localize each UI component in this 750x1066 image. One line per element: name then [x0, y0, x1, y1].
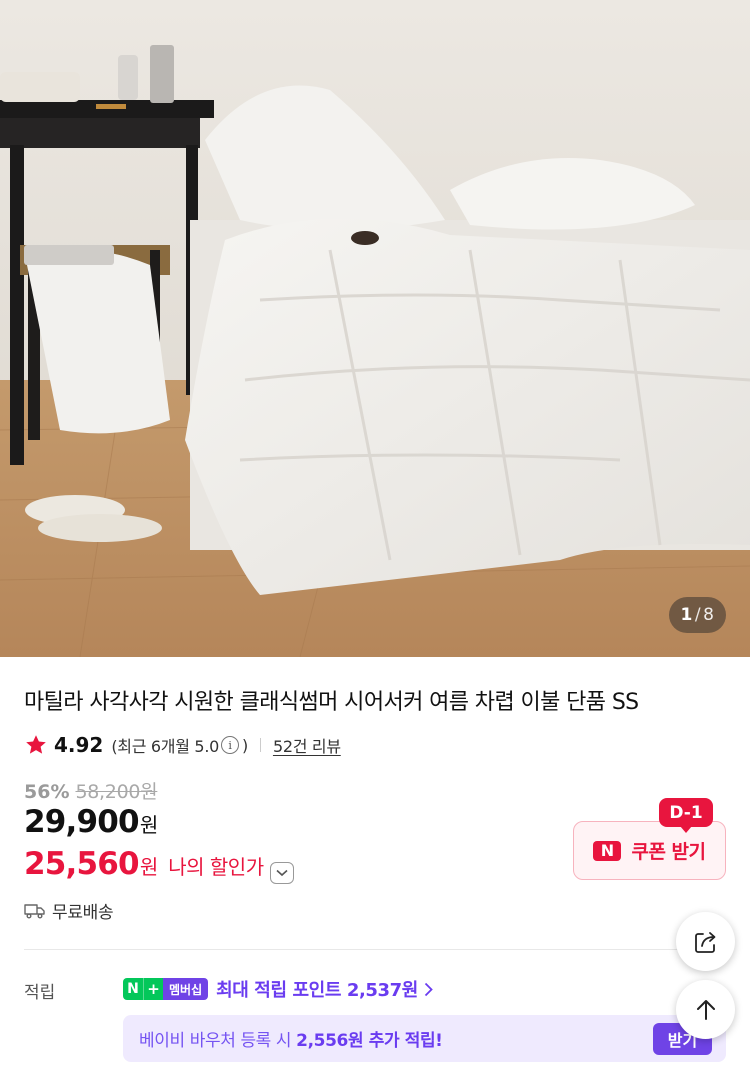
my-price-row[interactable]: 25,560 원 나의 할인가 — [24, 846, 294, 884]
rating-score: 4.92 — [54, 733, 104, 757]
image-counter-current: 1 — [680, 605, 693, 625]
scroll-to-top-button[interactable] — [676, 980, 735, 1039]
d-day-badge: D-1 — [659, 798, 713, 833]
divider — [259, 738, 261, 752]
chevron-right-icon — [424, 982, 433, 996]
points-row[interactable]: N + 멤버십 최대 적립 포인트 2,537원 — [123, 976, 433, 1002]
price-row: 29,900 원 — [24, 804, 158, 840]
share-icon — [694, 931, 715, 953]
badge-membership: 멤버십 — [163, 978, 209, 1000]
my-price-unit: 원 — [139, 855, 159, 879]
voucher-bold-text: 2,556원 추가 적립! — [296, 1031, 443, 1051]
rating-recent-close: ) — [241, 735, 248, 755]
discount-row: 56% 58,200원 — [24, 777, 158, 804]
image-counter: 1 / 8 — [669, 597, 726, 633]
arrow-up-icon — [696, 999, 715, 1020]
original-price: 58,200원 — [75, 781, 158, 803]
sale-price-unit: 원 — [139, 813, 159, 837]
product-image-gallery[interactable]: 1 / 8 — [0, 0, 750, 657]
rating-row: 4.92 (최근 6개월 5.0 i ) 52건 리뷰 — [24, 732, 341, 758]
image-counter-separator: / — [694, 605, 702, 625]
share-button[interactable] — [676, 912, 735, 971]
voucher-banner[interactable]: 베이비 바우처 등록 시 2,556원 추가 적립! 받기 — [123, 1015, 726, 1062]
voucher-text: 베이비 바우처 등록 시 — [139, 1031, 292, 1051]
my-price-label: 나의 할인가 — [168, 855, 264, 879]
rating-recent: (최근 6개월 5.0 i ) — [111, 733, 248, 757]
star-icon — [26, 735, 46, 754]
max-points-text: 최대 적립 포인트 2,537원 — [216, 980, 418, 1001]
sale-price: 29,900 — [24, 804, 140, 840]
chevron-down-icon[interactable] — [269, 862, 294, 884]
rating-recent-text: (최근 6개월 5.0 — [111, 737, 219, 756]
section-divider — [24, 949, 726, 950]
naver-logo-icon: N — [593, 840, 622, 861]
badge-plus: + — [143, 978, 163, 1000]
naver-plus-membership-badge: N + 멤버십 — [123, 978, 209, 1000]
product-photo — [0, 0, 750, 657]
image-counter-total: 8 — [703, 605, 715, 625]
points-label: 적립 — [24, 983, 56, 1003]
coupon-label: 쿠폰 받기 — [631, 841, 706, 863]
info-icon[interactable]: i — [220, 736, 239, 754]
discount-percent: 56% — [24, 781, 70, 803]
review-link[interactable]: 52건 리뷰 — [273, 733, 341, 757]
truck-icon — [24, 903, 45, 918]
shipping-info: 무료배송 — [24, 898, 114, 923]
shipping-text: 무료배송 — [52, 903, 114, 923]
product-title: 마틸라 사각사각 시원한 클래식썸머 시어서커 여름 차렵 이불 단품 SS — [24, 690, 639, 715]
coupon-button[interactable]: N 쿠폰 받기 — [573, 821, 726, 880]
badge-n: N — [123, 978, 143, 1000]
my-price: 25,560 — [24, 846, 140, 882]
